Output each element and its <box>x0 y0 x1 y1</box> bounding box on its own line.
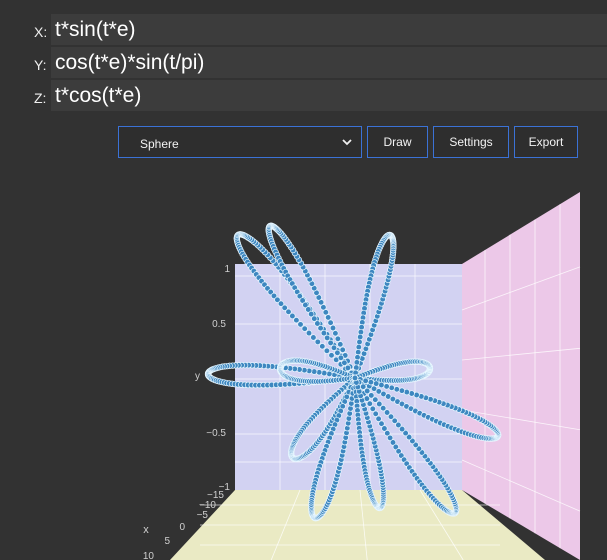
export-button[interactable]: Export <box>514 126 578 158</box>
y-expression-input[interactable] <box>51 47 607 78</box>
curve-marker <box>355 343 362 351</box>
x-tick-label: 10 <box>143 551 155 560</box>
y-axis-label: Y: <box>34 57 47 73</box>
x-axis-title: x <box>143 524 149 536</box>
curve-marker <box>334 335 342 342</box>
z-axis-label: Z: <box>34 90 47 106</box>
curve-marker <box>328 352 335 359</box>
y-tick-label: 0.5 <box>212 319 226 330</box>
x-tick-label: −5 <box>197 510 209 521</box>
curve-marker <box>323 347 331 354</box>
curve-marker <box>353 364 360 371</box>
curve-marker <box>398 387 406 394</box>
curve-marker <box>314 338 321 346</box>
curve-marker <box>354 354 361 361</box>
x-tick-label: 5 <box>164 536 170 547</box>
curve-marker <box>337 354 345 361</box>
curve-marker <box>341 359 348 366</box>
curve-marker <box>330 344 338 351</box>
curve-marker <box>332 330 339 337</box>
plot-app: X: Y: Z: Sphere Draw Settings Export 1 0.… <box>0 0 607 560</box>
shape-select-value: Sphere <box>140 137 179 151</box>
y-tick-label: y <box>195 371 200 382</box>
curve-marker <box>305 329 313 337</box>
x-equation-row: X: <box>0 14 607 46</box>
curve-marker <box>367 379 375 386</box>
curve-marker <box>356 338 363 346</box>
y-tick-label: 1 <box>224 264 230 275</box>
3d-plot[interactable]: 10.5y−0.5−1−15−10−50510x <box>0 160 607 560</box>
curve-marker <box>337 341 344 348</box>
curve-marker <box>310 334 317 341</box>
curve-marker <box>327 319 334 326</box>
curve-marker <box>325 314 332 321</box>
curve-marker <box>360 383 367 390</box>
curve-marker <box>324 334 331 342</box>
curve-marker <box>297 321 304 328</box>
curve-marker <box>372 410 379 417</box>
curve-marker <box>369 405 376 412</box>
curve-marker <box>334 349 341 356</box>
curve-marker <box>355 349 362 356</box>
curve-marker <box>319 343 326 350</box>
curve-marker <box>327 339 334 347</box>
curve-marker <box>378 381 385 389</box>
curve-marker <box>351 374 359 382</box>
x-axis-label: X: <box>34 24 48 40</box>
curve-marker <box>393 386 400 393</box>
shape-select[interactable]: Sphere <box>118 126 362 158</box>
x-tick-label: 0 <box>179 522 185 533</box>
settings-button[interactable]: Settings <box>433 126 509 158</box>
x-expression-input[interactable] <box>51 14 607 45</box>
y-equation-row: Y: <box>0 47 607 79</box>
curve-marker <box>329 324 337 332</box>
curve-marker <box>368 392 375 399</box>
curve-marker <box>373 380 380 387</box>
chevron-down-icon <box>342 139 352 146</box>
z-expression-input[interactable] <box>51 80 607 111</box>
curve-marker <box>344 364 352 372</box>
curve-marker <box>383 383 390 390</box>
curve-marker <box>366 400 373 407</box>
curve-marker <box>353 359 361 366</box>
curve-marker <box>317 325 324 332</box>
y-tick-label: −0.5 <box>206 428 226 439</box>
plot-scene: 10.5y−0.5−1−15−10−50510x <box>143 192 581 560</box>
z-equation-row: Z: <box>0 80 607 112</box>
draw-button[interactable]: Draw <box>367 126 428 158</box>
curve-marker <box>339 346 346 353</box>
curve-marker <box>301 325 308 332</box>
curve-marker <box>362 377 369 384</box>
curve-marker <box>388 384 395 391</box>
